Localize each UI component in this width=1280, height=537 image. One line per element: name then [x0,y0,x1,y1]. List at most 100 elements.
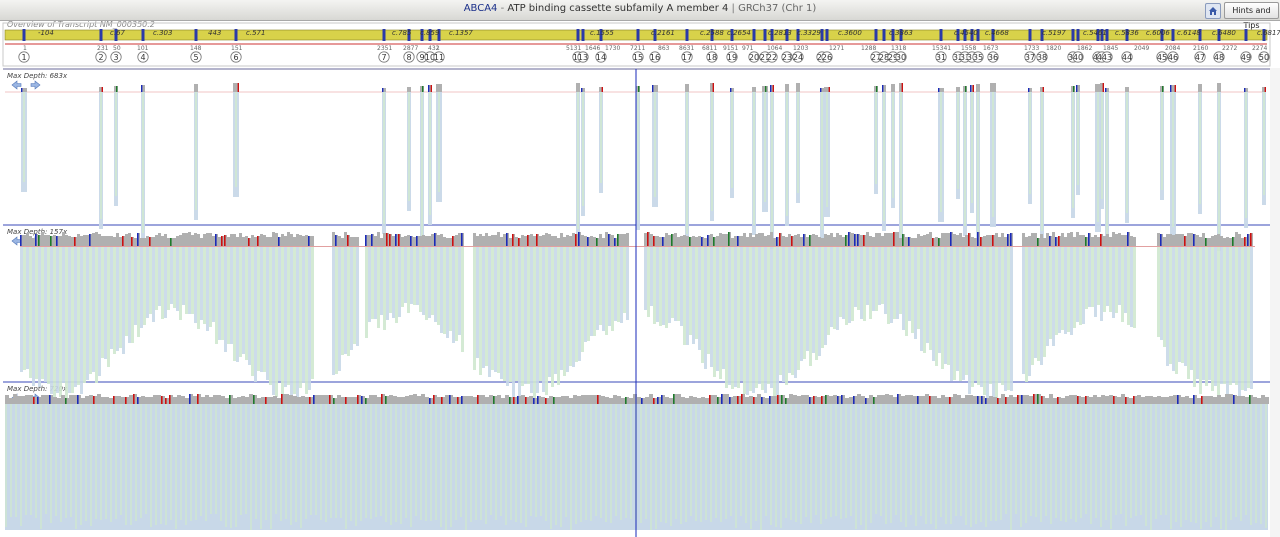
depth-bar[interactable] [225,398,229,404]
read-coverage-column[interactable] [310,404,312,515]
variant-marker[interactable] [1244,88,1246,92]
variant-marker[interactable] [1037,394,1039,404]
depth-bar[interactable] [260,234,263,246]
read-coverage-column[interactable] [1091,247,1094,307]
variant-marker[interactable] [537,396,539,404]
depth-bar[interactable] [689,396,693,404]
read-coverage-column[interactable] [149,247,152,314]
depth-bar[interactable] [685,84,689,92]
depth-bar[interactable] [119,237,122,246]
read-coverage-column[interactable] [1205,404,1207,522]
read-coverage-column[interactable] [872,247,875,311]
depth-bar[interactable] [554,236,557,246]
variant-marker[interactable] [545,398,547,404]
read-coverage-column[interactable] [887,247,890,324]
depth-bar[interactable] [1061,233,1064,246]
variant-marker[interactable] [985,398,987,404]
read-coverage-column[interactable] [806,247,809,351]
variant-marker[interactable] [671,234,673,246]
variant-marker[interactable] [820,88,822,92]
read-coverage-column[interactable] [41,247,44,379]
variant-marker[interactable] [608,234,610,246]
variant-marker[interactable] [977,396,979,404]
read-coverage-column[interactable] [83,247,86,383]
depth-bar[interactable] [41,232,44,246]
depth-bar[interactable] [563,237,566,246]
read-coverage-column[interactable] [750,404,752,529]
depth-bar[interactable] [203,234,206,246]
read-coverage-column[interactable] [830,247,833,327]
read-coverage-column[interactable] [615,404,617,516]
read-coverage-column[interactable] [860,247,863,319]
read-coverage-column[interactable] [1130,404,1132,518]
read-coverage-column[interactable] [731,92,733,188]
depth-bar[interactable] [1115,234,1118,246]
read-coverage-column[interactable] [70,404,72,517]
variant-marker[interactable] [1249,395,1251,404]
read-coverage-column[interactable] [235,404,237,527]
depth-bar[interactable] [1198,84,1202,92]
depth-bar[interactable] [541,397,545,404]
read-coverage-column[interactable] [1135,404,1137,516]
variant-marker[interactable] [1010,233,1012,246]
read-coverage-column[interactable] [275,247,278,397]
read-coverage-column[interactable] [1100,247,1103,321]
read-coverage-column[interactable] [182,247,185,305]
read-coverage-column[interactable] [1109,247,1112,312]
read-coverage-column[interactable] [833,247,836,329]
read-coverage-column[interactable] [421,92,423,238]
depth-bar[interactable] [257,398,261,404]
variant-marker[interactable] [38,235,40,246]
read-coverage-column[interactable] [650,247,653,306]
depth-bar[interactable] [455,235,458,246]
depth-bar[interactable] [749,396,753,404]
read-coverage-column[interactable] [719,247,722,379]
read-coverage-column[interactable] [680,247,683,326]
depth-bar[interactable] [539,236,542,246]
read-coverage-column[interactable] [764,247,767,393]
variant-marker[interactable] [992,235,994,246]
variant-marker[interactable] [89,234,91,246]
depth-bar[interactable] [263,235,266,246]
depth-bar[interactable] [585,395,589,404]
depth-bar[interactable] [1061,398,1065,404]
read-coverage-column[interactable] [101,247,104,358]
depth-bar[interactable] [1031,233,1034,246]
depth-bar[interactable] [683,235,686,246]
read-coverage-column[interactable] [1181,247,1184,363]
variant-marker[interactable] [170,238,172,246]
variant-marker[interactable] [281,394,283,404]
depth-bar[interactable] [561,396,565,404]
depth-bar[interactable] [909,395,913,404]
read-coverage-column[interactable] [116,247,119,351]
read-coverage-column[interactable] [220,404,222,521]
read-coverage-column[interactable] [260,247,263,372]
depth-bar[interactable] [57,398,61,404]
depth-bar[interactable] [98,234,101,246]
read-coverage-column[interactable] [225,404,227,527]
depth-bar[interactable] [182,233,185,246]
read-coverage-column[interactable] [1244,247,1247,391]
depth-bar[interactable] [1261,395,1265,404]
variant-marker[interactable] [430,85,432,92]
depth-bar[interactable] [397,397,401,404]
read-coverage-column[interactable] [1058,247,1061,333]
read-coverage-column[interactable] [1025,247,1028,382]
depth-bar[interactable] [542,235,545,246]
read-coverage-column[interactable] [350,404,352,521]
read-coverage-column[interactable] [429,92,431,215]
depth-bar[interactable] [986,235,989,246]
depth-bar[interactable] [109,398,113,404]
depth-bar[interactable] [1133,237,1136,246]
variant-marker[interactable] [1073,86,1075,92]
variant-marker[interactable] [113,396,115,404]
depth-bar[interactable] [1187,233,1190,246]
read-coverage-column[interactable] [930,404,932,524]
read-coverage-column[interactable] [263,247,266,372]
depth-bar[interactable] [1040,234,1043,246]
read-coverage-column[interactable] [809,247,812,366]
read-coverage-column[interactable] [1223,247,1226,384]
read-coverage-column[interactable] [566,247,569,372]
depth-bar[interactable] [237,397,241,404]
read-coverage-column[interactable] [155,404,157,525]
